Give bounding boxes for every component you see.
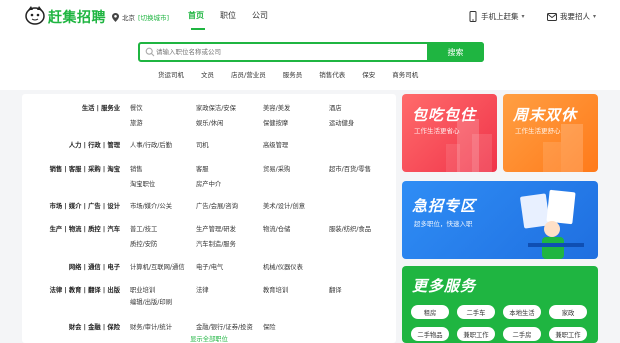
banner-title: 急招专区 xyxy=(412,197,477,215)
location-pin-icon xyxy=(112,12,119,22)
mobile-app-label: 手机上赶集 xyxy=(481,11,519,21)
post-job-link[interactable]: 我要招人 ▾ xyxy=(547,9,596,23)
hotword-link[interactable]: 服务员 xyxy=(283,69,303,79)
chevron-down-icon: ▾ xyxy=(521,12,525,20)
service-chip[interactable]: 二手物品 xyxy=(411,327,449,341)
category-heading[interactable]: 市场 | 媒介 | 广告 | 设计 xyxy=(50,201,120,210)
category-item[interactable]: 家政保洁/安保 xyxy=(196,103,236,112)
nav-jobs[interactable]: 职位 xyxy=(220,10,236,21)
category-item[interactable]: 保险 xyxy=(263,322,276,331)
category-item[interactable]: 餐饮 xyxy=(130,103,143,112)
main-nav: 首页 职位 公司 xyxy=(188,10,268,21)
category-item[interactable]: 法律 xyxy=(196,285,209,294)
category-item[interactable]: 美术/设计/创意 xyxy=(263,201,305,210)
hotword-link[interactable]: 销售代表 xyxy=(319,69,345,79)
category-item[interactable]: 服装/纺织/食品 xyxy=(329,224,371,233)
brand-name: 赶集招聘 xyxy=(48,10,106,26)
category-item[interactable]: 房产中介 xyxy=(196,179,221,188)
search-button[interactable]: 搜索 xyxy=(427,42,484,62)
category-item[interactable]: 娱乐/休闲 xyxy=(196,118,223,127)
active-nav-indicator xyxy=(191,28,205,30)
banner-subtitle: 工作生活更舒心 xyxy=(515,127,561,135)
category-heading[interactable]: 财会 | 金融 | 保险 xyxy=(69,322,120,331)
category-item[interactable]: 生产管理/研发 xyxy=(196,224,236,233)
job-search-input[interactable] xyxy=(156,45,426,59)
service-chip[interactable]: 兼职工作 xyxy=(457,327,495,341)
category-item[interactable]: 淘宝职位 xyxy=(130,179,155,188)
category-item[interactable]: 运动健身 xyxy=(329,118,354,127)
phone-icon xyxy=(469,10,477,22)
category-item[interactable]: 教育培训 xyxy=(263,285,288,294)
more-services-panel: 更多服务 租房 二手车 本地生活 家政 二手物品 兼职工作 二手房 兼职工作 xyxy=(402,266,598,343)
category-item[interactable]: 旅游 xyxy=(130,118,143,127)
category-item[interactable]: 客服 xyxy=(196,164,209,173)
category-heading[interactable]: 生产 | 物流 | 质控 | 汽车 xyxy=(50,224,120,233)
category-item[interactable]: 普工/技工 xyxy=(130,224,157,233)
category-item[interactable]: 广告/会展/咨询 xyxy=(196,201,238,210)
category-item[interactable]: 机械/仪器仪表 xyxy=(263,262,303,271)
nav-home[interactable]: 首页 xyxy=(188,10,204,21)
category-item[interactable]: 美容/美发 xyxy=(263,103,290,112)
service-chip[interactable]: 二手车 xyxy=(457,305,495,319)
banner-subtitle: 超多职位，快速入职 xyxy=(414,220,473,228)
category-heading[interactable]: 人力 | 行政 | 管理 xyxy=(69,140,120,149)
mobile-app-link[interactable]: 手机上赶集 ▾ xyxy=(468,9,525,23)
switch-city-link[interactable]: [切换城市] xyxy=(138,12,169,22)
banner-urgent-hiring[interactable]: 急招专区 超多职位，快速入职 xyxy=(402,181,598,259)
category-item[interactable]: 高级管理 xyxy=(263,140,288,149)
post-job-label: 我要招人 xyxy=(560,11,590,21)
category-heading[interactable]: 网络 | 通信 | 电子 xyxy=(69,262,120,271)
category-item[interactable]: 翻译 xyxy=(329,285,342,294)
category-item[interactable]: 金融/银行/证券/投资 xyxy=(196,322,253,331)
category-item[interactable]: 计算机/互联网/通信 xyxy=(130,262,185,271)
service-chip[interactable]: 兼职工作 xyxy=(549,327,587,341)
chevron-down-icon: ▾ xyxy=(593,12,597,20)
ganji-logo[interactable]: 赶集招聘 xyxy=(24,4,106,28)
banner-room-board[interactable]: 包吃包住 工作生活更省心 xyxy=(402,94,497,172)
mail-icon xyxy=(547,12,557,21)
category-heading[interactable]: 法律 | 教育 | 翻译 | 出版 xyxy=(50,285,120,294)
category-item[interactable]: 保健按摩 xyxy=(263,118,288,127)
show-all-jobs-link[interactable]: 显示全部职位 xyxy=(22,334,396,343)
hot-keywords: 货运司机 文员 店员/营业员 服务员 销售代表 保安 商务司机 xyxy=(158,69,418,79)
category-item[interactable]: 市场/媒介/公关 xyxy=(130,201,172,210)
hotword-link[interactable]: 商务司机 xyxy=(392,69,418,79)
category-item[interactable]: 人事/行政/后勤 xyxy=(130,140,172,149)
category-item[interactable]: 财务/审计/统计 xyxy=(130,322,172,331)
category-item[interactable]: 编辑/出版/印刷 xyxy=(130,297,172,306)
category-item[interactable]: 物流/仓储 xyxy=(263,224,290,233)
top-header: 赶集招聘 北京 [切换城市] 首页 职位 公司 手机上赶集 ▾ 我要招人 ▾ xyxy=(0,0,620,34)
category-item[interactable]: 汽车制造/服务 xyxy=(196,239,236,248)
hotword-link[interactable]: 货运司机 xyxy=(158,69,184,79)
hotword-link[interactable]: 店员/营业员 xyxy=(231,69,266,79)
current-city: 北京 xyxy=(122,14,135,22)
banner-subtitle: 工作生活更省心 xyxy=(414,127,460,135)
category-item[interactable]: 酒店 xyxy=(329,103,342,112)
category-heading[interactable]: 销售 | 客服 | 采购 | 淘宝 xyxy=(50,164,120,173)
banner-title: 包吃包住 xyxy=(412,106,477,124)
job-category-panel: 生活 | 服务业 餐饮 家政保洁/安保 美容/美发 酒店 旅游 娱乐/休闲 保健… xyxy=(22,94,396,343)
category-item[interactable]: 超市/百货/零售 xyxy=(329,164,371,173)
hotword-link[interactable]: 文员 xyxy=(201,69,214,79)
category-item[interactable]: 司机 xyxy=(196,140,209,149)
banner-title: 周末双休 xyxy=(513,106,578,124)
nav-companies[interactable]: 公司 xyxy=(252,10,268,21)
category-heading[interactable]: 生活 | 服务业 xyxy=(82,103,120,112)
search-section: 搜索 货运司机 文员 店员/营业员 服务员 销售代表 保安 商务司机 xyxy=(0,34,620,90)
service-chip[interactable]: 租房 xyxy=(411,305,449,319)
service-chip[interactable]: 本地生活 xyxy=(503,305,541,319)
category-item[interactable]: 贸易/采购 xyxy=(263,164,290,173)
category-item[interactable]: 质控/安防 xyxy=(130,239,157,248)
mascot-logo-icon xyxy=(25,6,45,25)
category-item[interactable]: 销售 xyxy=(130,164,143,173)
service-chip[interactable]: 二手房 xyxy=(503,327,541,341)
search-icon xyxy=(145,47,155,57)
banner-title: 更多服务 xyxy=(412,277,477,295)
category-item[interactable]: 电子/电气 xyxy=(196,262,223,271)
category-item[interactable]: 职业培训 xyxy=(130,285,155,294)
hotword-link[interactable]: 保安 xyxy=(362,69,375,79)
service-chip[interactable]: 家政 xyxy=(549,305,587,319)
banner-weekends-off[interactable]: 周末双休 工作生活更舒心 xyxy=(503,94,598,172)
location-selector[interactable]: 北京 [切换城市] xyxy=(112,10,169,24)
